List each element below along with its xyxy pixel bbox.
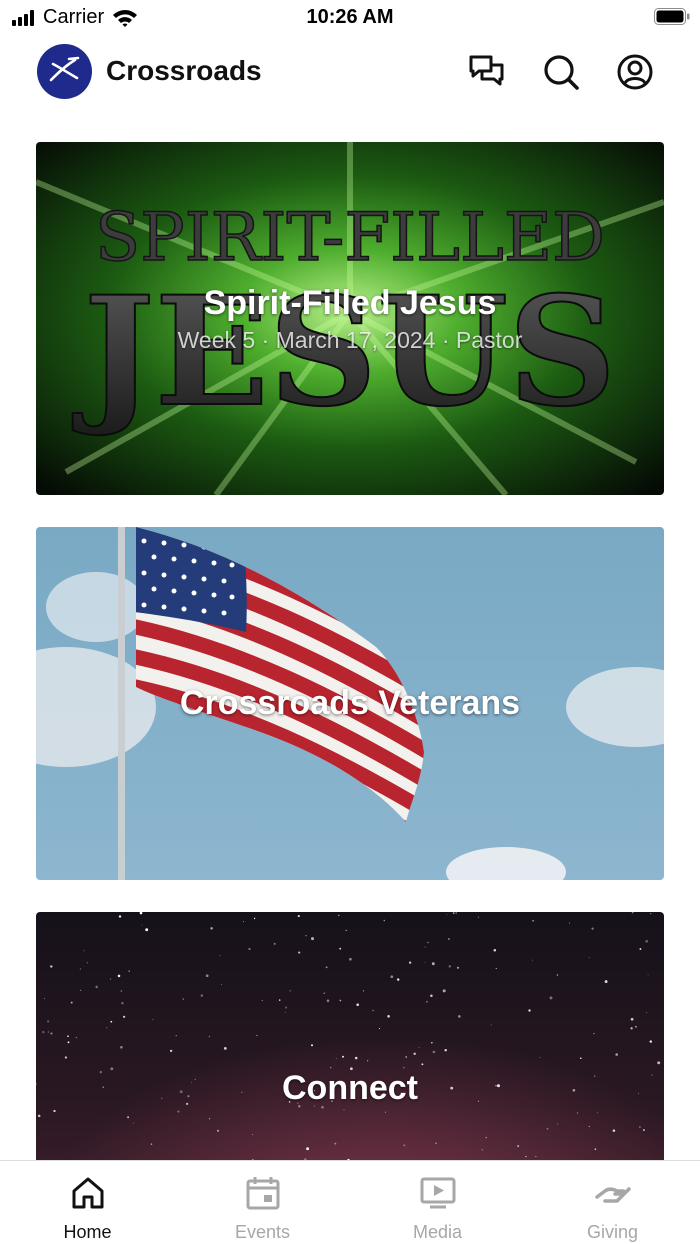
app-screen: Carrier 10:26 AM Crossroads SPIRIT-FILLE… — [0, 0, 700, 1244]
veterans-card[interactable]: Crossroads Veterans — [36, 527, 664, 880]
search-icon — [544, 55, 579, 90]
calendar-icon — [245, 1175, 281, 1211]
status-time: 10:26 AM — [306, 6, 394, 28]
app-header: Crossroads — [0, 36, 700, 108]
tab-home-label: Home — [63, 1222, 112, 1242]
tab-events[interactable]: Events — [175, 1161, 350, 1244]
tab-home[interactable]: Home — [0, 1161, 175, 1244]
account-button[interactable] — [615, 52, 655, 92]
connect-title: Connect — [282, 1069, 418, 1107]
home-icon — [70, 1175, 106, 1211]
tab-giving-label: Giving — [586, 1222, 639, 1242]
tab-events-label: Events — [234, 1222, 291, 1242]
tab-bar: Home Events Media Giving — [0, 1160, 700, 1244]
search-button[interactable] — [541, 52, 581, 92]
chat-icon — [469, 55, 504, 86]
app-title: Crossroads — [106, 55, 262, 86]
chat-button[interactable] — [467, 52, 507, 92]
status-bar: Carrier 10:26 AM — [0, 0, 700, 36]
crossroads-logo-icon — [49, 56, 80, 82]
media-play-icon — [420, 1175, 456, 1211]
giving-hand-icon — [595, 1175, 631, 1211]
sermon-subtitle: Week 5 · March 17, 2024 · Pastor — [177, 327, 523, 353]
sermon-title: Spirit-Filled Jesus — [203, 284, 497, 322]
tab-giving[interactable]: Giving — [525, 1161, 700, 1244]
crossroads-logo[interactable] — [37, 44, 92, 99]
veterans-title: Crossroads Veterans — [179, 684, 521, 722]
account-icon — [617, 54, 653, 90]
battery-icon — [654, 8, 690, 25]
tab-media[interactable]: Media — [350, 1161, 525, 1244]
sermon-card[interactable]: SPIRIT-FILLED JESUS Spirit-Filled Jesus … — [36, 142, 664, 495]
tab-media-label: Media — [412, 1222, 463, 1242]
